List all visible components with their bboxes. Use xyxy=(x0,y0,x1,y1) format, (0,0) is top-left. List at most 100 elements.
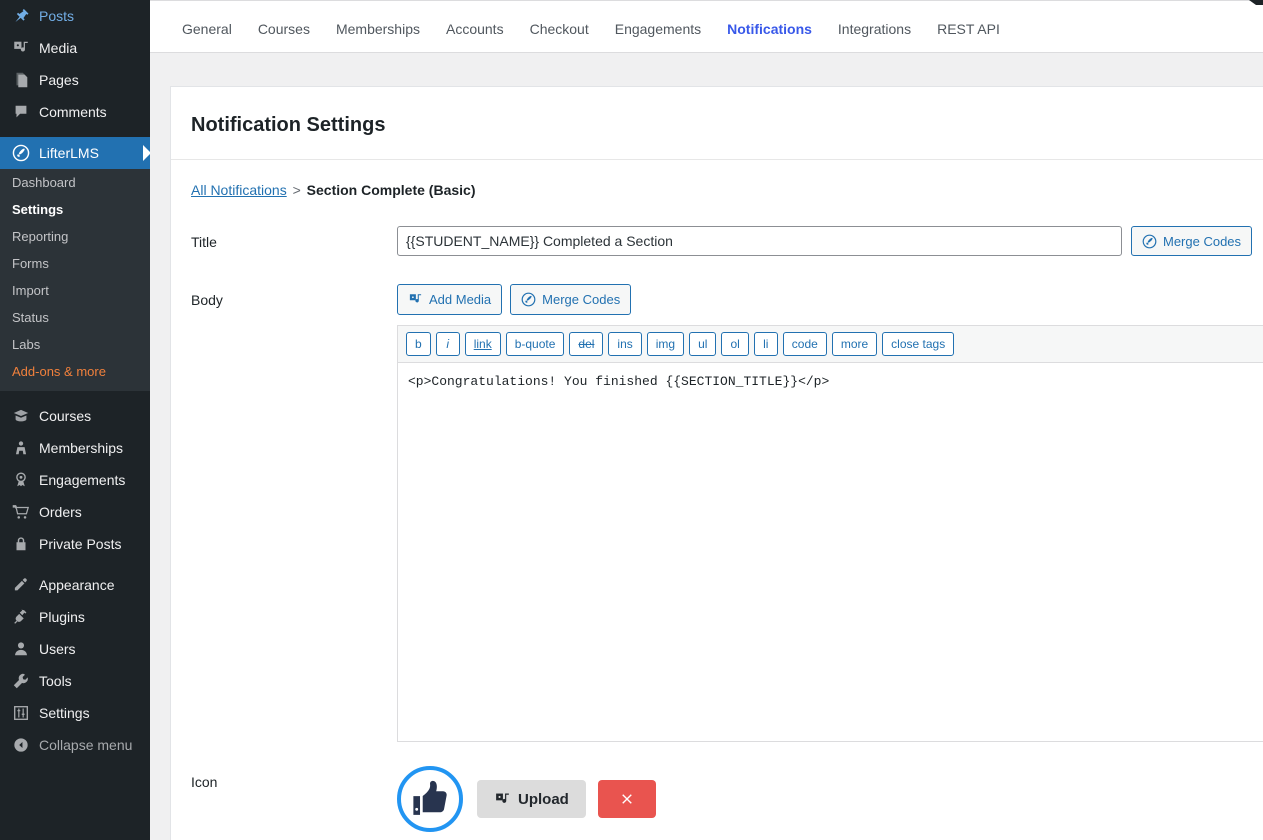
quicktag-i[interactable]: i xyxy=(435,332,460,356)
merge-codes-title-button[interactable]: Merge Codes xyxy=(1131,226,1253,256)
settings-tab-bar: General Courses Memberships Accounts Che… xyxy=(150,5,1263,53)
breadcrumb-all-notifications-link[interactable]: All Notifications xyxy=(191,182,287,198)
sidebar-item-posts[interactable]: Posts xyxy=(0,0,150,32)
sidebar-item-courses[interactable]: Courses xyxy=(0,400,150,432)
sidebar-item-tools[interactable]: Tools xyxy=(0,665,150,697)
sidebar-item-lifterlms[interactable]: LifterLMS xyxy=(0,137,150,169)
sidebar-item-users[interactable]: Users xyxy=(0,633,150,665)
sidebar-item-memberships[interactable]: Memberships xyxy=(0,432,150,464)
submenu-item-forms[interactable]: Forms xyxy=(0,250,150,277)
sidebar-divider xyxy=(0,560,150,569)
sidebar-item-label: Comments xyxy=(39,104,107,120)
add-media-button[interactable]: Add Media xyxy=(397,284,503,315)
media-icon xyxy=(408,292,423,307)
tab-general[interactable]: General xyxy=(169,16,245,42)
remove-icon-button[interactable] xyxy=(597,780,656,818)
thumbs-up-icon xyxy=(411,780,449,818)
tab-notifications[interactable]: Notifications xyxy=(714,16,825,42)
close-icon xyxy=(620,792,634,806)
lifterlms-icon xyxy=(521,292,536,307)
submenu-item-import[interactable]: Import xyxy=(0,277,150,304)
sidebar-item-appearance[interactable]: Appearance xyxy=(0,569,150,601)
sidebar-item-engagements[interactable]: Engagements xyxy=(0,464,150,496)
icon-preview[interactable] xyxy=(397,766,463,832)
html-editor: b i link b-quote del ins img ul ol li co… xyxy=(397,325,1263,742)
tab-checkout[interactable]: Checkout xyxy=(517,16,602,42)
breadcrumb: All Notifications > Section Complete (Ba… xyxy=(171,160,1263,198)
merge-codes-body-label: Merge Codes xyxy=(542,292,621,307)
sidebar-item-label: Tools xyxy=(39,673,72,689)
sidebar-item-label: Pages xyxy=(39,72,79,88)
quicktag-more[interactable]: more xyxy=(831,332,878,356)
submenu-item-addons[interactable]: Add-ons & more xyxy=(0,358,150,385)
upload-label: Upload xyxy=(518,790,569,808)
quicktag-ol[interactable]: ol xyxy=(721,332,749,356)
sidebar-item-comments[interactable]: Comments xyxy=(0,96,150,128)
body-field-row: Body Add Media Merge Codes b i link b-qu… xyxy=(171,284,1263,742)
tab-integrations[interactable]: Integrations xyxy=(825,16,924,42)
sidebar-item-orders[interactable]: Orders xyxy=(0,496,150,528)
tab-engagements[interactable]: Engagements xyxy=(602,16,714,42)
sidebar-item-settings[interactable]: Settings xyxy=(0,697,150,729)
tab-accounts[interactable]: Accounts xyxy=(433,16,517,42)
lifterlms-icon xyxy=(11,143,31,163)
quicktag-b[interactable]: b xyxy=(406,332,431,356)
sidebar-item-label: Settings xyxy=(39,705,90,721)
comments-icon xyxy=(11,102,31,122)
title-field-row: Title Merge Codes xyxy=(171,226,1263,256)
sidebar-item-private-posts[interactable]: Private Posts xyxy=(0,528,150,560)
quicktag-li[interactable]: li xyxy=(753,332,778,356)
quicktag-link[interactable]: link xyxy=(464,332,501,356)
sidebar-item-pages[interactable]: Pages xyxy=(0,64,150,96)
lifterlms-submenu: Dashboard Settings Reporting Forms Impor… xyxy=(0,169,150,391)
tab-memberships[interactable]: Memberships xyxy=(323,16,433,42)
award-icon xyxy=(11,470,31,490)
quicktag-ul[interactable]: ul xyxy=(689,332,717,356)
quicktag-ins[interactable]: ins xyxy=(608,332,642,356)
merge-codes-title-label: Merge Codes xyxy=(1163,233,1242,249)
quicktag-del[interactable]: del xyxy=(569,332,604,356)
user-icon xyxy=(11,639,31,659)
submenu-item-status[interactable]: Status xyxy=(0,304,150,331)
admin-screen: Posts Media Pages Comments LifterLMS Das… xyxy=(0,0,1263,840)
quicktag-b-quote[interactable]: b-quote xyxy=(505,332,565,356)
plug-icon xyxy=(11,607,31,627)
add-media-label: Add Media xyxy=(429,292,492,307)
lifterlms-icon xyxy=(1142,234,1157,249)
tab-rest-api[interactable]: REST API xyxy=(924,16,1013,42)
sidebar-item-plugins[interactable]: Plugins xyxy=(0,601,150,633)
submenu-item-settings[interactable]: Settings xyxy=(0,196,150,223)
admin-body: General Courses Memberships Accounts Che… xyxy=(150,5,1263,840)
submenu-item-labs[interactable]: Labs xyxy=(0,331,150,358)
sidebar-item-label: LifterLMS xyxy=(39,145,99,161)
pages-icon xyxy=(11,70,31,90)
upload-icon-button[interactable]: Upload xyxy=(477,780,586,818)
sidebar-item-label: Memberships xyxy=(39,440,124,456)
editor-media-buttons: Add Media Merge Codes xyxy=(397,284,1263,315)
submenu-item-reporting[interactable]: Reporting xyxy=(0,223,150,250)
media-icon xyxy=(494,791,511,808)
sidebar-item-label: Orders xyxy=(39,504,82,520)
sidebar-item-label: Media xyxy=(39,40,78,56)
submenu-item-dashboard[interactable]: Dashboard xyxy=(0,169,150,196)
body-field-label: Body xyxy=(191,292,223,308)
body-textarea[interactable] xyxy=(398,363,1263,741)
sidebar-item-label: Plugins xyxy=(39,609,85,625)
sidebar-item-label: Posts xyxy=(39,8,75,24)
title-input[interactable] xyxy=(397,226,1122,256)
tab-courses[interactable]: Courses xyxy=(245,16,323,42)
merge-codes-body-button[interactable]: Merge Codes xyxy=(510,284,632,315)
media-icon xyxy=(11,38,31,58)
icon-field-row: Icon Upload xyxy=(171,766,1263,832)
title-field-label: Title xyxy=(191,234,217,250)
quicktag-code[interactable]: code xyxy=(782,332,827,356)
sidebar-item-label: Private Posts xyxy=(39,536,122,552)
sidebar-divider xyxy=(0,128,150,137)
collapse-menu-button[interactable]: Collapse menu xyxy=(0,729,150,761)
quicktag-img[interactable]: img xyxy=(646,332,685,356)
cart-icon xyxy=(11,502,31,522)
quicktags-toolbar: b i link b-quote del ins img ul ol li co… xyxy=(398,326,1263,363)
breadcrumb-separator: > xyxy=(292,182,301,198)
sidebar-item-media[interactable]: Media xyxy=(0,32,150,64)
quicktag-close-tags[interactable]: close tags xyxy=(882,332,955,356)
